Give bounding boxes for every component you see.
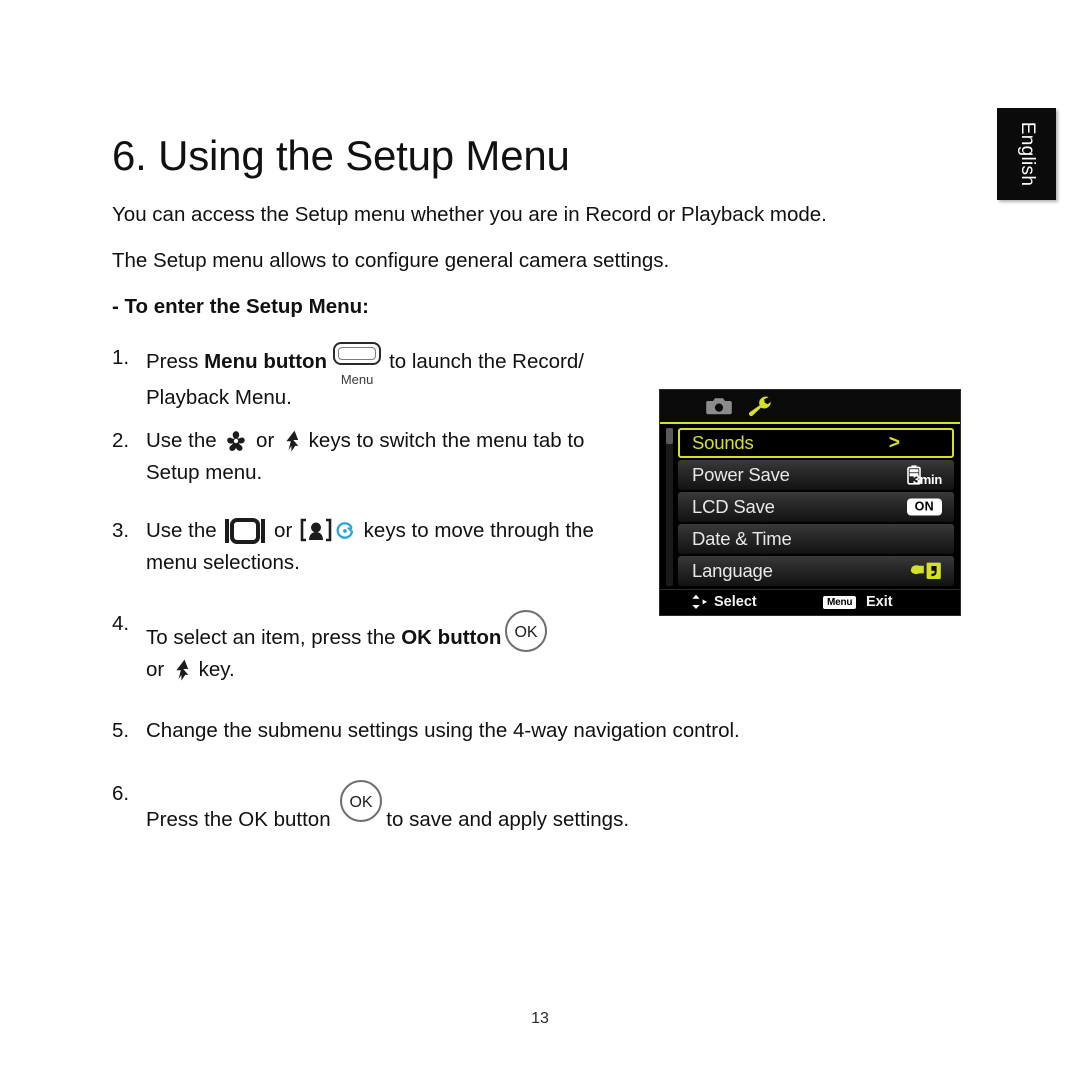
step-6-number: 6. <box>112 782 130 805</box>
step-3-text-b: or <box>268 519 298 542</box>
status-badge-on: ON <box>906 498 942 516</box>
lcd-exit-label: Exit <box>866 594 893 610</box>
step-6-text-b: to save and apply settings. <box>386 808 630 831</box>
step-2-text-b: or <box>250 429 280 452</box>
step-1-text-b: to launch the Record/ <box>389 350 584 373</box>
lcd-menu-chip: Menu <box>823 596 857 609</box>
step-2: 2. Use the or keys to switch the menu ta… <box>112 425 584 489</box>
lcd-status-bar: Select Menu Exit <box>660 589 960 615</box>
step-3-line-2: menu selections. <box>146 551 300 574</box>
navigation-arrows-icon <box>690 594 708 611</box>
lcd-scrollbar[interactable] <box>666 428 673 586</box>
step-4-text-b: or <box>146 658 170 681</box>
chevron-right-icon: > <box>888 432 900 454</box>
menu-button-caption: Menu <box>340 372 374 387</box>
lcd-menu-item-power-save[interactable]: Power Save 3min <box>678 460 954 490</box>
camera-icon <box>706 398 732 415</box>
lcd-menu-item-value: 3min <box>900 464 942 487</box>
step-3: 3. Use the or keys to move through the m… <box>112 515 594 579</box>
lcd-menu-item-label: Date & Time <box>692 528 792 549</box>
step-3-text-c: keys to move through the <box>357 519 594 542</box>
lcd-menu-item-label: Sounds <box>692 432 754 453</box>
lcd-tab-setup[interactable] <box>746 395 776 417</box>
language-tab-label: English <box>1016 121 1038 187</box>
wrench-icon <box>749 396 771 417</box>
step-5-number: 5. <box>112 719 130 742</box>
lcd-tab-bar <box>660 390 960 424</box>
step-1: 1. Press Menu button Menu to launch the … <box>112 342 584 414</box>
lcd-menu-item-language[interactable]: Language <box>678 556 954 586</box>
lcd-menu-item-label: Power Save <box>692 464 790 485</box>
lcd-menu-item-lcd-save[interactable]: LCD Save ON <box>678 492 954 522</box>
step-5-line-1: Change the submenu settings using the 4-… <box>146 719 740 742</box>
lcd-scrollbar-thumb[interactable] <box>666 428 673 444</box>
display-screen-icon <box>225 518 266 544</box>
lcd-menu-item-date-time[interactable]: Date & Time <box>678 524 954 554</box>
step-2-number: 2. <box>112 429 130 452</box>
step-5: 5. Change the submenu settings using the… <box>112 715 740 747</box>
battery-minutes-label: 3min <box>912 472 942 487</box>
lcd-select-label: Select <box>714 594 757 610</box>
step-2-line-2: Setup menu. <box>146 461 263 484</box>
lcd-menu-item-value <box>910 561 942 581</box>
step-2-text-a: Use the <box>146 429 223 452</box>
intro-paragraph-2: The Setup menu allows to configure gener… <box>112 248 670 272</box>
battery-icon: 3min <box>900 464 942 487</box>
flash-bolt-icon <box>283 430 300 452</box>
step-1-number: 1. <box>112 346 130 369</box>
lcd-menu-list: Sounds > Power Save 3min LCD Save ON Dat… <box>660 424 960 592</box>
language-bubble-icon <box>910 561 942 581</box>
step-4-text-c: key. <box>192 658 235 681</box>
section-heading: - To enter the Setup Menu: <box>112 295 370 318</box>
page-number: 13 <box>531 1010 549 1027</box>
step-4-number: 4. <box>112 612 130 635</box>
language-tab: English <box>997 108 1056 200</box>
step-4-text-a: To select an item, press the <box>146 626 402 649</box>
self-timer-icon <box>335 519 355 539</box>
svg-text:OK: OK <box>515 624 538 641</box>
step-4: 4. To select an item, press the OK butto… <box>112 608 551 686</box>
lcd-tab-record[interactable] <box>704 395 734 417</box>
macro-flower-icon <box>224 430 248 452</box>
flash-bolt-icon <box>173 659 190 681</box>
step-1-text-a: Press <box>146 350 205 373</box>
lcd-menu-item-sounds[interactable]: Sounds > <box>678 428 954 458</box>
menu-button-outline <box>333 342 382 365</box>
svg-text:OK: OK <box>350 794 373 811</box>
step-6-text-a: Press the OK button <box>146 808 337 831</box>
step-3-number: 3. <box>112 519 130 542</box>
step-2-text-c: keys to switch the menu tab to <box>302 429 585 452</box>
step-4-bold: OK button <box>401 626 502 649</box>
camera-lcd-screenshot: Sounds > Power Save 3min LCD Save ON Dat… <box>659 389 961 616</box>
ok-button-icon: OK <box>338 778 384 824</box>
page-title: 6. Using the Setup Menu <box>112 132 570 180</box>
intro-paragraph-1: You can access the Setup menu whether yo… <box>112 202 827 226</box>
lcd-menu-item-label: Language <box>692 560 773 581</box>
portrait-bracket-icon <box>300 518 332 542</box>
ok-button-icon: OK <box>503 608 549 654</box>
step-3-text-a: Use the <box>146 519 223 542</box>
menu-button-icon: Menu <box>331 342 387 387</box>
step-6: 6. Press the OK button OK to save and ap… <box>112 778 629 836</box>
lcd-menu-item-label: LCD Save <box>692 496 775 517</box>
step-1-bold: Menu button <box>204 350 328 373</box>
lcd-menu-item-value: ON <box>906 498 942 516</box>
